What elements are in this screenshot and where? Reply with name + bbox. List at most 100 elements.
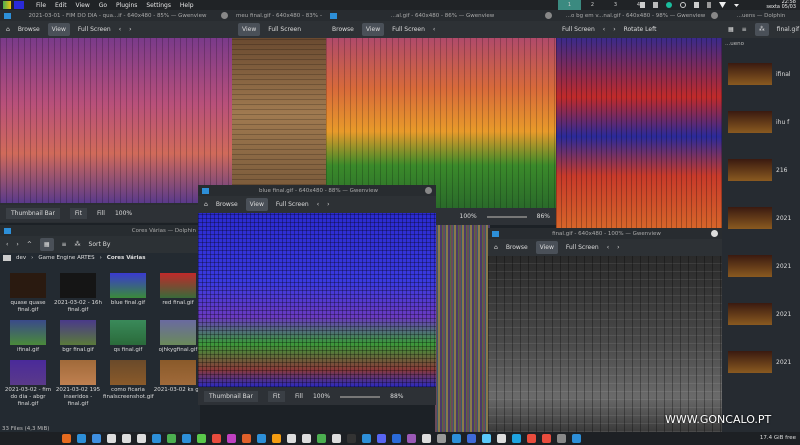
taskbar-app-icon[interactable] [272, 434, 281, 443]
file-item[interactable]: ihu f [722, 98, 800, 146]
file-item[interactable]: 2021-03-02 - 16h final.gif [53, 273, 103, 314]
browse-button[interactable]: Browse [216, 201, 238, 208]
zoom-slider[interactable] [486, 215, 527, 218]
file-item[interactable]: 2021-03-02 195 inseridos - final.gif [53, 360, 103, 408]
titlebar[interactable]: meu final.gif - 640x480 - 83% — G [232, 10, 326, 21]
file-item[interactable]: ojhkygfinal.gif [153, 320, 200, 354]
close-icon[interactable] [425, 187, 432, 194]
taskbar-app-icon[interactable] [107, 434, 116, 443]
full-screen-button[interactable]: Full Screen [566, 244, 599, 251]
taskbar-app-icon[interactable] [527, 434, 536, 443]
forward-icon[interactable]: › [16, 241, 18, 248]
file-item[interactable]: ifinal [722, 50, 800, 98]
taskbar-app-icon[interactable] [497, 434, 506, 443]
tree-view-icon[interactable]: ⁂ [75, 241, 81, 248]
browse-button[interactable]: Browse [506, 244, 528, 251]
network-status-icon[interactable] [680, 2, 686, 8]
previous-icon[interactable]: ‹ [119, 26, 121, 33]
trash-icon[interactable] [653, 2, 658, 8]
zoom-value[interactable]: 100% [313, 393, 330, 400]
file-item[interactable]: 216 [722, 146, 800, 194]
titlebar[interactable]: ...uens — Dolphin [722, 10, 800, 21]
previous-icon[interactable]: ‹ [317, 201, 319, 208]
taskbar-app-icon[interactable] [167, 434, 176, 443]
updates-icon[interactable] [666, 2, 672, 8]
thumbnail-bar-button[interactable]: Thumbnail Bar [204, 391, 258, 402]
full-screen-button[interactable]: Full Screen [268, 26, 301, 33]
taskbar-app-icon[interactable] [227, 434, 236, 443]
fill-button[interactable]: Fill [295, 393, 303, 400]
full-screen-button[interactable]: Full Screen [78, 26, 111, 33]
taskbar-app-icon[interactable] [197, 434, 206, 443]
full-screen-button[interactable]: Full Screen [392, 26, 425, 33]
taskbar-app-icon[interactable] [212, 434, 221, 443]
fill-button[interactable]: Fill [97, 210, 105, 217]
file-item[interactable]: como ficaria finalscreenshot.gif [103, 360, 154, 401]
view-button[interactable]: View [361, 23, 385, 36]
volume-icon[interactable] [694, 2, 699, 8]
taskbar-app-icon[interactable] [407, 434, 416, 443]
file-item[interactable]: quase quase final.gif [3, 273, 53, 314]
taskbar-app-icon[interactable] [77, 434, 86, 443]
taskbar-app-icon[interactable] [62, 434, 71, 443]
taskbar-app-icon[interactable] [467, 434, 476, 443]
full-screen-button[interactable]: Full Screen [276, 201, 309, 208]
app-icon-2[interactable] [14, 1, 24, 9]
app-icon[interactable] [3, 1, 11, 9]
icons-view-icon[interactable]: ▦ [39, 238, 54, 251]
full-screen-button[interactable]: Full Screen [562, 26, 595, 33]
desktop-3[interactable]: 3 [604, 0, 627, 10]
menu-help[interactable]: Help [180, 2, 194, 9]
taskbar-app-icon[interactable] [152, 434, 161, 443]
taskbar-app-icon[interactable] [482, 434, 491, 443]
view-button[interactable]: View [535, 241, 558, 254]
view-button[interactable]: View [245, 198, 268, 211]
next-icon[interactable]: › [617, 244, 619, 251]
titlebar[interactable]: ...al.gif - 640x480 - 86% — Gwenview [326, 10, 556, 21]
chevron-down-icon[interactable] [734, 4, 739, 7]
taskbar-app-icon[interactable] [287, 434, 296, 443]
taskbar-app-icon[interactable] [437, 434, 446, 443]
home-icon[interactable]: ⌂ [6, 26, 10, 33]
previous-icon[interactable]: ‹ [603, 26, 605, 33]
close-icon[interactable] [221, 12, 228, 19]
taskbar-app-icon[interactable] [122, 434, 131, 443]
details-view-icon[interactable]: ≡ [742, 26, 747, 33]
rotate-left-button[interactable]: Rotate Left [624, 26, 657, 33]
zoom-value[interactable]: 100% [460, 213, 477, 220]
file-item[interactable]: bgr final.gif [53, 320, 103, 354]
file-item[interactable]: 2021 [722, 242, 800, 290]
titlebar[interactable]: ...o bg em v...nal.gif - 640x480 - 98% —… [556, 10, 722, 21]
menu-plugins[interactable]: Plugins [116, 2, 138, 9]
file-item[interactable]: 2021-03-02 ks gif [153, 360, 200, 394]
menu-settings[interactable]: Settings [146, 2, 171, 9]
titlebar[interactable]: 2021-03-01 - FIM DO DIA - qua...if - 640… [0, 10, 232, 21]
taskbar-app-icon[interactable] [137, 434, 146, 443]
taskbar-app-icon[interactable] [377, 434, 386, 443]
file-item[interactable]: qs final.gif [103, 320, 153, 354]
tab-label[interactable]: final.gif [777, 26, 799, 33]
close-icon[interactable] [711, 230, 718, 237]
menu-file[interactable]: File [36, 2, 46, 9]
previous-icon[interactable]: ‹ [433, 26, 435, 33]
bluetooth-icon[interactable] [707, 2, 711, 8]
next-icon[interactable]: › [327, 201, 329, 208]
next-icon[interactable]: › [613, 26, 615, 33]
close-icon[interactable] [711, 12, 718, 19]
taskbar-app-icon[interactable] [182, 434, 191, 443]
file-item[interactable]: blue final.gif [103, 273, 153, 307]
breadcrumb[interactable]: ...ueno [722, 38, 800, 50]
zoom-value[interactable]: 100% [115, 210, 132, 217]
previous-icon[interactable]: ‹ [607, 244, 609, 251]
taskbar-app-icon[interactable] [452, 434, 461, 443]
desktop-2[interactable]: 2 [581, 0, 604, 10]
zoom-slider[interactable] [340, 395, 381, 398]
fit-button[interactable]: Fit [267, 391, 285, 402]
next-icon[interactable]: › [129, 26, 131, 33]
breadcrumb-dev[interactable]: dev [16, 255, 26, 261]
taskbar-app-icon[interactable] [257, 434, 266, 443]
menu-go[interactable]: Go [99, 2, 107, 9]
taskbar-app-icon[interactable] [557, 434, 566, 443]
breadcrumb-cores-varias[interactable]: Cores Várias [107, 255, 146, 261]
taskbar-app-icon[interactable] [572, 434, 581, 443]
